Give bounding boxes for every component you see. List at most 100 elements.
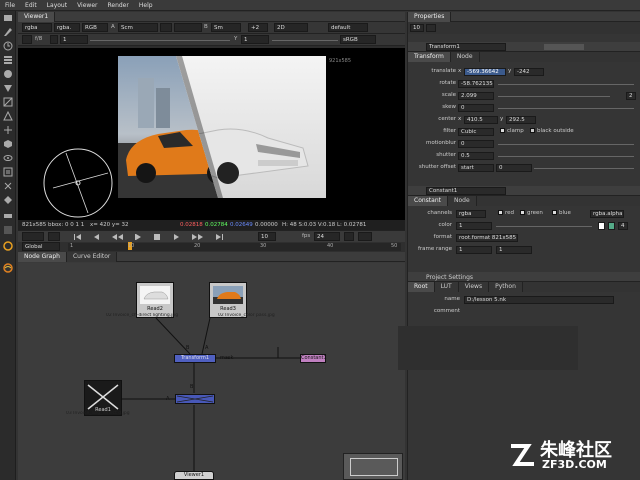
green-checkbox[interactable]: green bbox=[520, 210, 543, 219]
clamp-checkbox[interactable]: clamp bbox=[500, 128, 524, 137]
frame-field[interactable] bbox=[22, 232, 44, 241]
translate-x-field[interactable]: -569.36642 bbox=[464, 68, 506, 76]
transform1-node[interactable]: Transform1 bbox=[174, 354, 216, 363]
time-icon[interactable] bbox=[3, 41, 13, 51]
color-swatch[interactable] bbox=[598, 222, 605, 230]
tab-constant-node[interactable]: Node bbox=[447, 196, 477, 206]
frame-range-start[interactable]: 1 bbox=[456, 246, 492, 254]
filter-select[interactable]: Cubic bbox=[458, 128, 494, 136]
color-slider[interactable] bbox=[496, 226, 592, 227]
menu-viewer[interactable]: Viewer bbox=[72, 0, 102, 11]
fstop-minus[interactable] bbox=[50, 35, 58, 44]
viewer-canvas[interactable]: 921x585 bbox=[18, 48, 405, 220]
tab-transform-node[interactable]: Node bbox=[450, 52, 480, 62]
merge-node[interactable] bbox=[175, 394, 215, 404]
merge-icon[interactable] bbox=[3, 111, 13, 121]
filter-icon[interactable] bbox=[3, 83, 13, 93]
transform1-header[interactable]: Transform1 bbox=[408, 42, 640, 52]
constant1-header[interactable]: Constant1 bbox=[408, 186, 640, 196]
in-point-button[interactable] bbox=[48, 232, 60, 241]
center-x-field[interactable]: 410.5 bbox=[464, 116, 498, 124]
tab-python[interactable]: Python bbox=[489, 282, 523, 292]
transform1-name[interactable]: Transform1 bbox=[426, 43, 506, 51]
b-input-select[interactable]: Sm bbox=[211, 23, 241, 32]
gain-icon[interactable] bbox=[22, 35, 32, 44]
center-y-field[interactable]: 292.5 bbox=[506, 116, 536, 124]
image-icon[interactable] bbox=[3, 13, 13, 23]
orbit-icon[interactable] bbox=[3, 263, 13, 273]
menu-layout[interactable]: Layout bbox=[42, 0, 72, 11]
project-settings-header[interactable]: Project Settings bbox=[408, 272, 640, 282]
channel-select[interactable]: rgba bbox=[22, 23, 52, 32]
shutter-offset-select[interactable]: start bbox=[458, 164, 494, 172]
gain-slider[interactable] bbox=[90, 40, 230, 41]
rotate-slider[interactable] bbox=[498, 84, 634, 85]
wipe-select[interactable] bbox=[174, 23, 202, 32]
constant1-node[interactable]: Constant1 bbox=[300, 354, 327, 363]
transform-icon[interactable] bbox=[3, 125, 13, 135]
timeline[interactable]: Global 1 10 20 30 40 50 bbox=[18, 242, 405, 252]
other-icon[interactable] bbox=[3, 195, 13, 205]
channel-icon[interactable] bbox=[3, 55, 13, 65]
scale-field[interactable]: 2.099 bbox=[458, 92, 494, 100]
gain-field[interactable]: 1 bbox=[60, 35, 88, 44]
gamma-field[interactable]: 1 bbox=[241, 35, 269, 44]
red-checkbox[interactable]: red bbox=[498, 210, 514, 219]
toolsets-icon[interactable] bbox=[3, 181, 13, 191]
lut-select[interactable]: default bbox=[328, 23, 368, 32]
draw-icon[interactable] bbox=[3, 27, 13, 37]
tab-views[interactable]: Views bbox=[458, 282, 490, 292]
transform1-header-buttons[interactable] bbox=[544, 44, 584, 50]
frame-range-end[interactable]: 1 bbox=[496, 246, 532, 254]
project-name-field[interactable]: D:/lesson 5.nk bbox=[464, 296, 614, 304]
format-select[interactable]: root.format 821x585 bbox=[456, 234, 518, 242]
colorspace-select[interactable]: RGB bbox=[82, 23, 108, 32]
navigator-minimap[interactable] bbox=[343, 453, 403, 480]
black-outside-checkbox[interactable]: black outside bbox=[530, 128, 574, 137]
tab-viewer1[interactable]: Viewer1 bbox=[18, 12, 56, 22]
timeline-track[interactable] bbox=[68, 243, 401, 251]
shutter-custom-field[interactable]: 0 bbox=[496, 164, 532, 172]
shutter-field[interactable]: 0.5 bbox=[458, 152, 494, 160]
tab-node-graph[interactable]: Node Graph bbox=[18, 252, 67, 262]
view-mode-select[interactable]: 2D bbox=[274, 23, 308, 32]
menu-edit[interactable]: Edit bbox=[20, 0, 42, 11]
tab-properties[interactable]: Properties bbox=[408, 12, 452, 22]
max-panels-field[interactable]: 10 bbox=[410, 24, 424, 32]
minimap-viewport[interactable] bbox=[350, 458, 398, 476]
gamma-slider[interactable] bbox=[272, 40, 338, 41]
motionblur-slider[interactable] bbox=[498, 144, 634, 145]
motionblur-field[interactable]: 0 bbox=[458, 140, 494, 148]
metadata-icon[interactable] bbox=[3, 167, 13, 177]
menu-render[interactable]: Render bbox=[102, 0, 133, 11]
keyer-icon[interactable] bbox=[3, 97, 13, 107]
alpha-select[interactable]: rgba.alpha bbox=[590, 210, 624, 218]
translate-y-field[interactable]: -242 bbox=[514, 68, 544, 76]
tab-lut[interactable]: LUT bbox=[434, 282, 459, 292]
color-icon[interactable] bbox=[3, 69, 13, 79]
furnace-icon[interactable] bbox=[3, 211, 13, 221]
tab-curve-editor[interactable]: Curve Editor bbox=[66, 252, 118, 262]
scale-slider[interactable] bbox=[498, 96, 610, 97]
channels-select[interactable]: rgba bbox=[456, 210, 486, 218]
play-mode-button[interactable] bbox=[358, 232, 372, 241]
display-select[interactable]: sRGB bbox=[340, 35, 376, 44]
constant1-name[interactable]: Constant1 bbox=[426, 187, 506, 195]
step-field[interactable]: 10 bbox=[258, 232, 276, 241]
range-select[interactable]: Global bbox=[22, 242, 60, 251]
tab-transform[interactable]: Transform bbox=[408, 52, 451, 62]
gpu-icon[interactable] bbox=[3, 225, 13, 235]
views-icon[interactable] bbox=[3, 153, 13, 163]
skew-field[interactable]: 0 bbox=[458, 104, 494, 112]
lock-icon[interactable] bbox=[426, 24, 436, 32]
tab-constant[interactable]: Constant bbox=[408, 196, 448, 206]
zoom-select[interactable]: +2 bbox=[248, 23, 268, 32]
shutter-custom-slider[interactable] bbox=[534, 168, 634, 169]
loop-toggle[interactable] bbox=[344, 232, 354, 241]
menu-help[interactable]: Help bbox=[134, 0, 158, 11]
viewer1-node[interactable]: Viewer1 bbox=[174, 471, 214, 480]
skew-slider[interactable] bbox=[498, 108, 634, 109]
3d-icon[interactable] bbox=[3, 139, 13, 149]
scale-split-button[interactable]: 2 bbox=[626, 92, 636, 100]
a-input-select[interactable]: Scm bbox=[118, 23, 158, 32]
